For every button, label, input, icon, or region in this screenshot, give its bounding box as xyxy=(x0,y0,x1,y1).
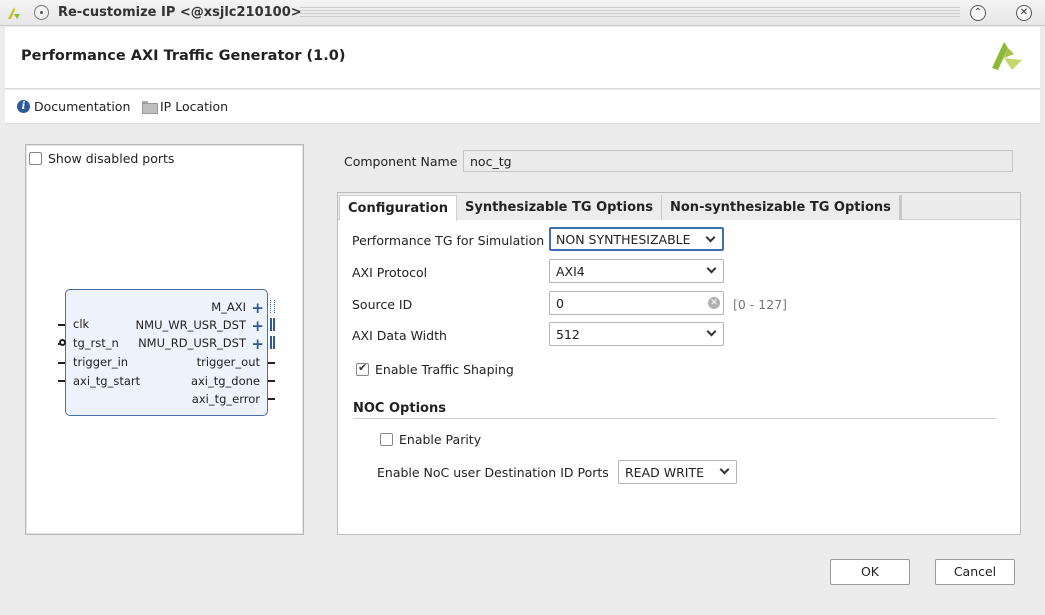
tab-configuration[interactable]: Configuration xyxy=(339,195,457,221)
enable-parity-row[interactable]: Enable Parity xyxy=(380,432,481,447)
documentation-label: Documentation xyxy=(34,99,131,114)
enable-traffic-shaping-row[interactable]: Enable Traffic Shaping xyxy=(356,361,514,377)
tabs-panel: Configuration Synthesizable TG Options N… xyxy=(337,192,1021,535)
chevron-down-icon xyxy=(719,464,730,475)
axi-tg-error-pin xyxy=(268,398,275,400)
clear-icon[interactable]: ✕ xyxy=(708,297,720,309)
noc-dest-id-value: READ WRITE xyxy=(625,465,704,480)
noc-options-title: NOC Options xyxy=(353,401,446,416)
axi-data-width-select[interactable]: 512 xyxy=(549,322,724,346)
source-id-value: 0 xyxy=(556,296,564,311)
page-title: Performance AXI Traffic Generator (1.0) xyxy=(21,48,346,64)
port-trigger-out: trigger_out xyxy=(196,355,260,369)
axi-protocol-value: AXI4 xyxy=(556,264,585,279)
ip-location-link[interactable]: IP Location xyxy=(142,99,228,114)
tab-bar: Configuration Synthesizable TG Options N… xyxy=(338,193,1020,221)
trigger-out-pin xyxy=(268,362,275,364)
show-disabled-ports-row[interactable]: Show disabled ports xyxy=(29,151,174,166)
component-name-field[interactable]: noc_tg xyxy=(463,150,1013,172)
cancel-button[interactable]: Cancel xyxy=(935,559,1015,585)
noc-dest-id-select[interactable]: READ WRITE xyxy=(618,460,737,484)
ip-block-symbol: clk tg_rst_n trigger_in axi_tg_start M_A… xyxy=(58,289,275,416)
axi-tg-start-pin xyxy=(58,380,65,382)
perf-tg-sim-select[interactable]: NON SYNTHESIZABLE xyxy=(549,227,724,251)
m-axi-bus xyxy=(270,300,275,313)
chevron-down-icon xyxy=(706,263,717,274)
titlebar-grip xyxy=(300,7,960,19)
nmu-rd-bus xyxy=(270,336,275,349)
show-disabled-ports-checkbox[interactable] xyxy=(29,152,42,165)
axi-protocol-label: AXI Protocol xyxy=(352,265,428,280)
port-tg-rst-n: tg_rst_n xyxy=(73,336,119,350)
port-m-axi: M_AXI xyxy=(211,300,246,314)
source-id-label: Source ID xyxy=(352,297,413,312)
axi-protocol-select[interactable]: AXI4 xyxy=(549,259,724,283)
expand-m-axi-icon[interactable]: + xyxy=(251,301,264,316)
port-axi-tg-start: axi_tg_start xyxy=(73,374,141,388)
window-menu-icon[interactable] xyxy=(34,5,49,20)
axi-tg-done-pin xyxy=(268,380,275,382)
port-axi-tg-done: axi_tg_done xyxy=(190,374,260,388)
port-nmu-wr-usr-dst: NMU_WR_USR_DST xyxy=(135,318,246,332)
ip-symbol-panel: Show disabled ports clk tg_rst_n trigger… xyxy=(25,144,304,535)
port-nmu-rd-usr-dst: NMU_RD_USR_DST xyxy=(138,336,246,350)
axi-data-width-value: 512 xyxy=(556,327,580,342)
documentation-link[interactable]: i Documentation xyxy=(17,99,130,114)
tab-non-synthesizable-tg-options[interactable]: Non-synthesizable TG Options xyxy=(662,195,902,220)
clk-pin xyxy=(58,324,65,326)
ip-location-label: IP Location xyxy=(160,99,229,114)
dialog-toolbar: i Documentation IP Location xyxy=(5,90,1040,124)
collapse-icon[interactable]: ⌃ xyxy=(970,5,986,21)
component-name-label: Component Name xyxy=(344,154,458,169)
tab-synthesizable-tg-options[interactable]: Synthesizable TG Options xyxy=(457,195,665,220)
perf-tg-sim-label: Performance TG for Simulation xyxy=(352,233,545,248)
enable-parity-label: Enable Parity xyxy=(399,432,482,447)
enable-traffic-shaping-label: Enable Traffic Shaping xyxy=(375,362,514,377)
noc-dest-id-label: Enable NoC user Destination ID Ports xyxy=(377,465,609,480)
app-logo-icon xyxy=(6,5,22,24)
enable-parity-checkbox[interactable] xyxy=(380,433,393,446)
port-clk: clk xyxy=(73,317,90,331)
xilinx-logo-icon xyxy=(990,40,1024,77)
noc-options-divider xyxy=(353,418,996,419)
chevron-down-icon xyxy=(706,326,717,337)
enable-traffic-shaping-checkbox[interactable] xyxy=(356,361,369,376)
ok-button[interactable]: OK xyxy=(830,559,910,585)
source-id-range: [0 - 127] xyxy=(733,297,788,312)
close-icon[interactable]: ✕ xyxy=(1016,5,1032,21)
inverted-input-icon xyxy=(59,339,66,346)
trigger-in-pin xyxy=(58,362,65,364)
expand-nmu-wr-icon[interactable]: + xyxy=(251,319,264,334)
chevron-down-icon xyxy=(705,232,716,243)
expand-nmu-rd-icon[interactable]: + xyxy=(251,337,264,352)
folder-icon xyxy=(142,101,158,114)
port-trigger-in: trigger_in xyxy=(73,355,129,369)
nmu-wr-bus xyxy=(270,318,275,331)
window-titlebar[interactable]: Re-customize IP <@xsjlc210100> ⌃ ✕ xyxy=(0,0,1045,26)
dialog-header: Performance AXI Traffic Generator (1.0) xyxy=(5,27,1040,89)
show-disabled-ports-label: Show disabled ports xyxy=(48,151,175,166)
axi-data-width-label: AXI Data Width xyxy=(352,328,447,343)
main-area: Show disabled ports clk tg_rst_n trigger… xyxy=(5,125,1040,607)
source-id-field[interactable]: 0 ✕ xyxy=(549,291,724,315)
port-axi-tg-error: axi_tg_error xyxy=(191,392,260,406)
perf-tg-sim-value: NON SYNTHESIZABLE xyxy=(556,232,691,247)
info-icon: i xyxy=(17,100,30,113)
window-title: Re-customize IP <@xsjlc210100> xyxy=(58,5,302,20)
